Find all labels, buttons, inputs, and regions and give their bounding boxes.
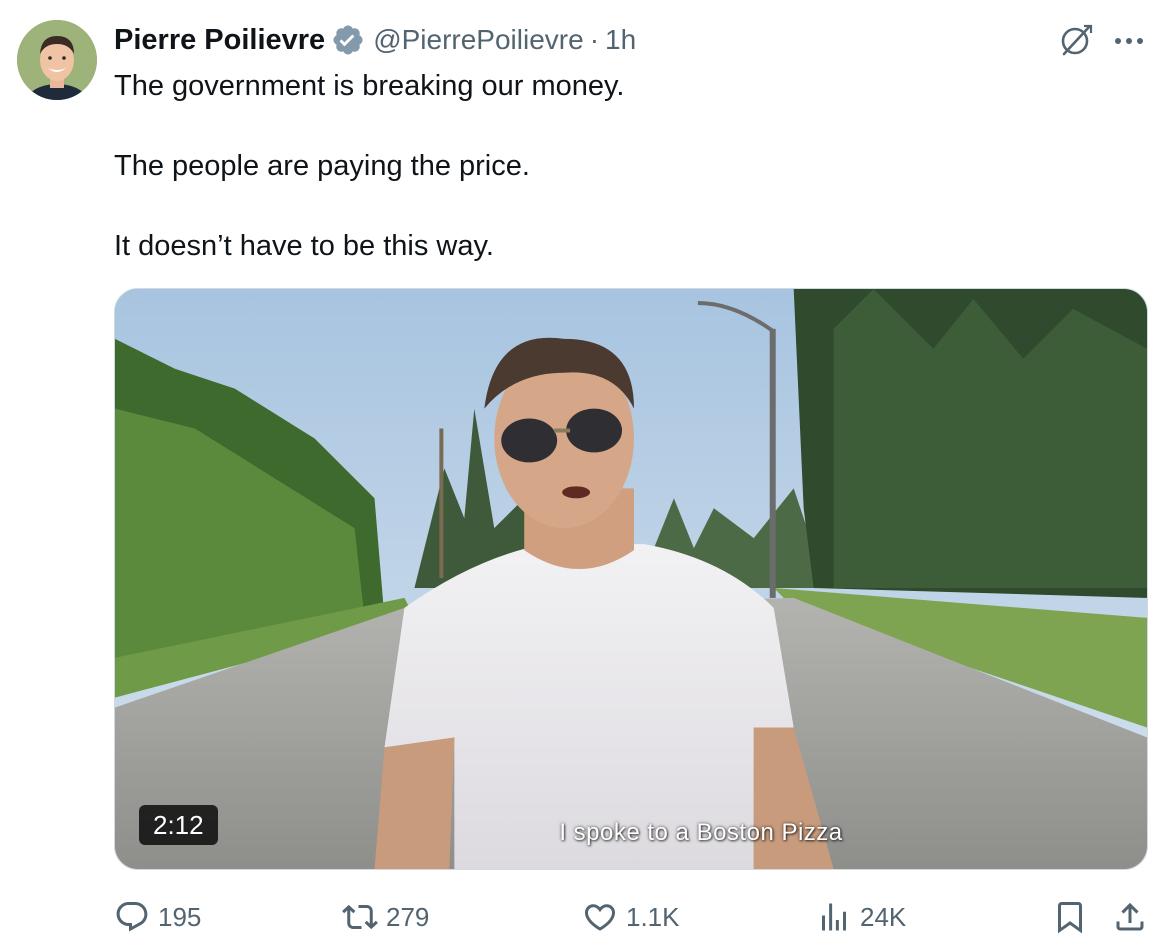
share-button[interactable] — [1112, 894, 1148, 940]
tweet-paragraph: The people are paying the price. — [114, 150, 530, 182]
bookmark-button[interactable] — [1052, 894, 1088, 940]
action-bar: 195 279 1.1K 24K — [114, 894, 1154, 940]
tweet-header: Pierre Poilievre @PierrePoilievre · 1h — [114, 22, 636, 58]
avatar-image — [17, 20, 97, 100]
like-count: 1.1K — [626, 901, 680, 932]
bookmark-icon — [1058, 902, 1082, 934]
grok-icon[interactable] — [1058, 22, 1094, 58]
repost-button[interactable]: 279 — [342, 894, 429, 940]
views-icon — [822, 903, 846, 931]
reply-button[interactable]: 195 — [114, 894, 201, 940]
video-player[interactable]: 2:12 I spoke to a Boston Pizza — [114, 288, 1148, 870]
repost-count: 279 — [386, 901, 430, 932]
repost-icon — [342, 904, 378, 930]
video-frame — [115, 289, 1147, 869]
views-button[interactable]: 24K — [816, 894, 906, 940]
like-button[interactable]: 1.1K — [582, 894, 680, 940]
video-caption: I spoke to a Boston Pizza — [559, 819, 843, 846]
heart-icon — [584, 904, 616, 931]
share-icon — [1116, 902, 1144, 931]
tweet-timestamp[interactable]: 1h — [605, 24, 636, 56]
views-count: 24K — [860, 901, 907, 932]
author-name[interactable]: Pierre Poilievre — [114, 24, 325, 57]
tweet-text: The government is breaking our money. Th… — [114, 66, 1134, 266]
more-icon[interactable] — [1112, 24, 1148, 56]
verified-badge-icon[interactable] — [331, 23, 365, 57]
tweet-paragraph: It doesn’t have to be this way. — [114, 230, 494, 262]
avatar[interactable] — [17, 20, 97, 100]
reply-count: 195 — [158, 901, 202, 932]
reply-icon — [116, 902, 148, 932]
tweet-paragraph: The government is breaking our money. — [114, 70, 625, 102]
separator-dot: · — [589, 24, 600, 55]
author-handle[interactable]: @PierrePoilievre — [373, 24, 584, 56]
